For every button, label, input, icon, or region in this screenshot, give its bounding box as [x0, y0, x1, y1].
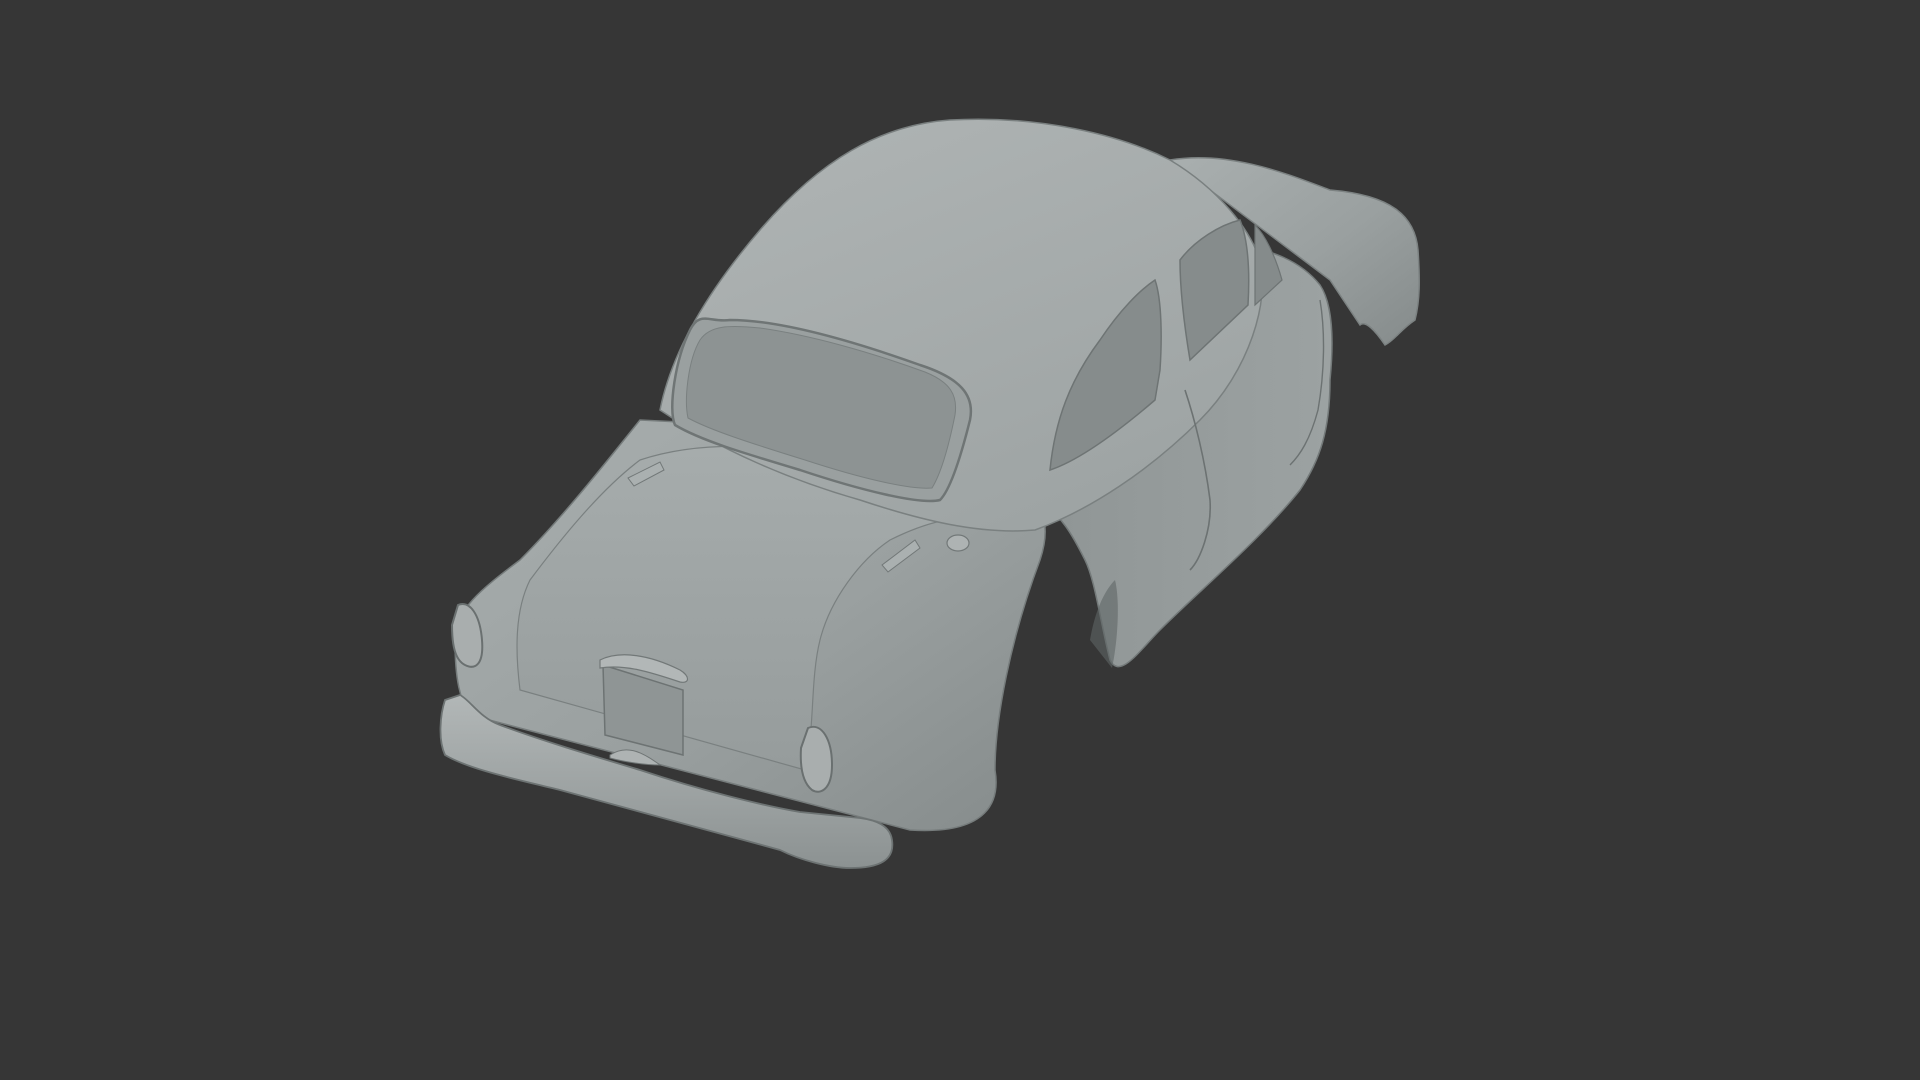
fuel-cap [946, 534, 970, 552]
tail-light-right [799, 725, 834, 793]
render-viewport [0, 0, 1920, 1080]
car-body-render [439, 118, 1420, 869]
